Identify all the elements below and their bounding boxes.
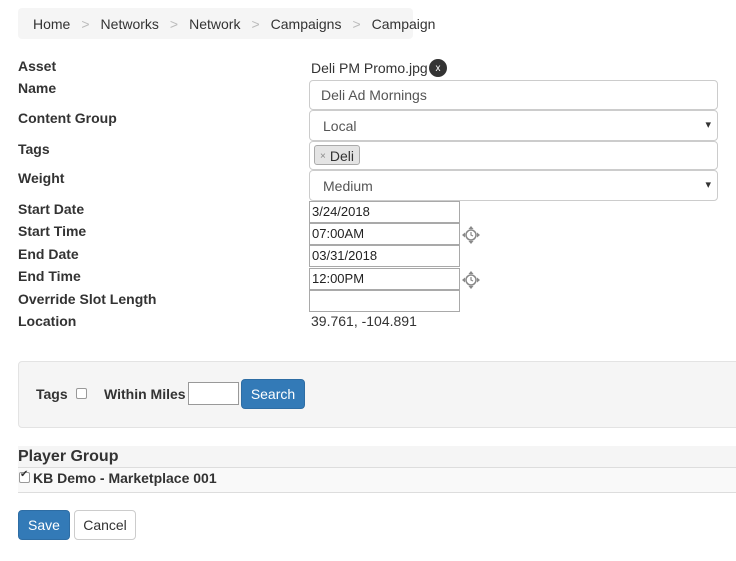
cancel-button[interactable]: Cancel [74,510,136,540]
name-label: Name [18,80,57,96]
asset-filename: Deli PM Promo.jpg [311,60,428,76]
filter-panel: Tags Within Miles Search [18,361,736,428]
start-date-label: Start Date [18,201,85,217]
start-time-value: 07:00AM [312,226,365,241]
chevron-down-icon: ▾ [705,119,711,131]
breadcrumb-networks[interactable]: Networks [101,16,159,32]
override-slot-length-input[interactable] [309,290,460,312]
breadcrumb-separator: > [352,15,361,32]
name-input-value: Deli Ad Mornings [321,87,427,103]
player-group-item-label: KB Demo - Marketplace 001 [33,470,217,486]
end-date-label: End Date [18,246,79,262]
content-group-select[interactable]: Local ▾ [309,110,718,141]
save-button[interactable]: Save [18,510,70,540]
end-time-label: End Time [18,268,81,284]
content-group-selected: Local [323,118,357,134]
asset-remove-glyph: x [435,62,441,74]
list-item: KB Demo - Marketplace 001 [18,468,736,493]
clock-picker-icon[interactable] [461,270,481,290]
within-miles-input[interactable] [188,382,239,405]
search-button[interactable]: Search [241,379,305,409]
clock-picker-icon[interactable] [461,225,481,245]
breadcrumb-home[interactable]: Home [33,16,70,32]
end-date-input[interactable]: 03/31/2018 [309,245,460,267]
location-value: 39.761, -104.891 [311,313,417,329]
breadcrumb: Home > Networks > Network > Campaigns > … [18,8,435,39]
cancel-button-label: Cancel [83,517,127,533]
end-date-value: 03/31/2018 [312,248,378,263]
filter-tags-checkbox[interactable] [76,388,87,399]
start-date-input[interactable]: 3/24/2018 [309,201,460,223]
tag-remove-icon[interactable]: × [320,151,326,162]
breadcrumb-campaign: Campaign [371,15,436,32]
chevron-down-icon: ▾ [705,179,711,191]
player-group-checkbox[interactable] [19,469,30,483]
close-icon[interactable]: x [429,59,447,77]
start-time-label: Start Time [18,223,87,239]
breadcrumb-separator: > [81,15,90,32]
asset-label: Asset [18,58,57,74]
tags-input[interactable]: × Deli [309,141,718,170]
end-time-value: 12:00PM [312,271,365,286]
content-group-label: Content Group [18,110,117,126]
start-date-value: 3/24/2018 [312,204,370,219]
within-miles-label: Within Miles [104,386,186,402]
location-label: Location [18,313,77,329]
breadcrumb-separator: > [169,15,179,32]
player-group-header: Player Group [18,446,736,468]
breadcrumb-network[interactable]: Network [189,16,240,32]
weight-select[interactable]: Medium ▾ [309,170,718,201]
name-input[interactable]: Deli Ad Mornings [309,80,718,110]
filter-tags-label: Tags [36,386,68,402]
weight-label: Weight [18,170,65,186]
tag-chip: × Deli [314,145,360,165]
override-slot-length-label: Override Slot Length [18,291,157,307]
player-group-title: Player Group [18,448,119,465]
breadcrumb-separator: > [251,15,260,32]
end-time-input[interactable]: 12:00PM [309,268,460,290]
weight-selected: Medium [323,178,373,194]
tags-label: Tags [18,141,50,157]
start-time-input[interactable]: 07:00AM [309,223,460,245]
search-button-label: Search [250,386,296,402]
tag-chip-label: Deli [329,147,354,164]
breadcrumb-campaigns[interactable]: Campaigns [271,16,342,32]
save-button-label: Save [28,517,60,533]
